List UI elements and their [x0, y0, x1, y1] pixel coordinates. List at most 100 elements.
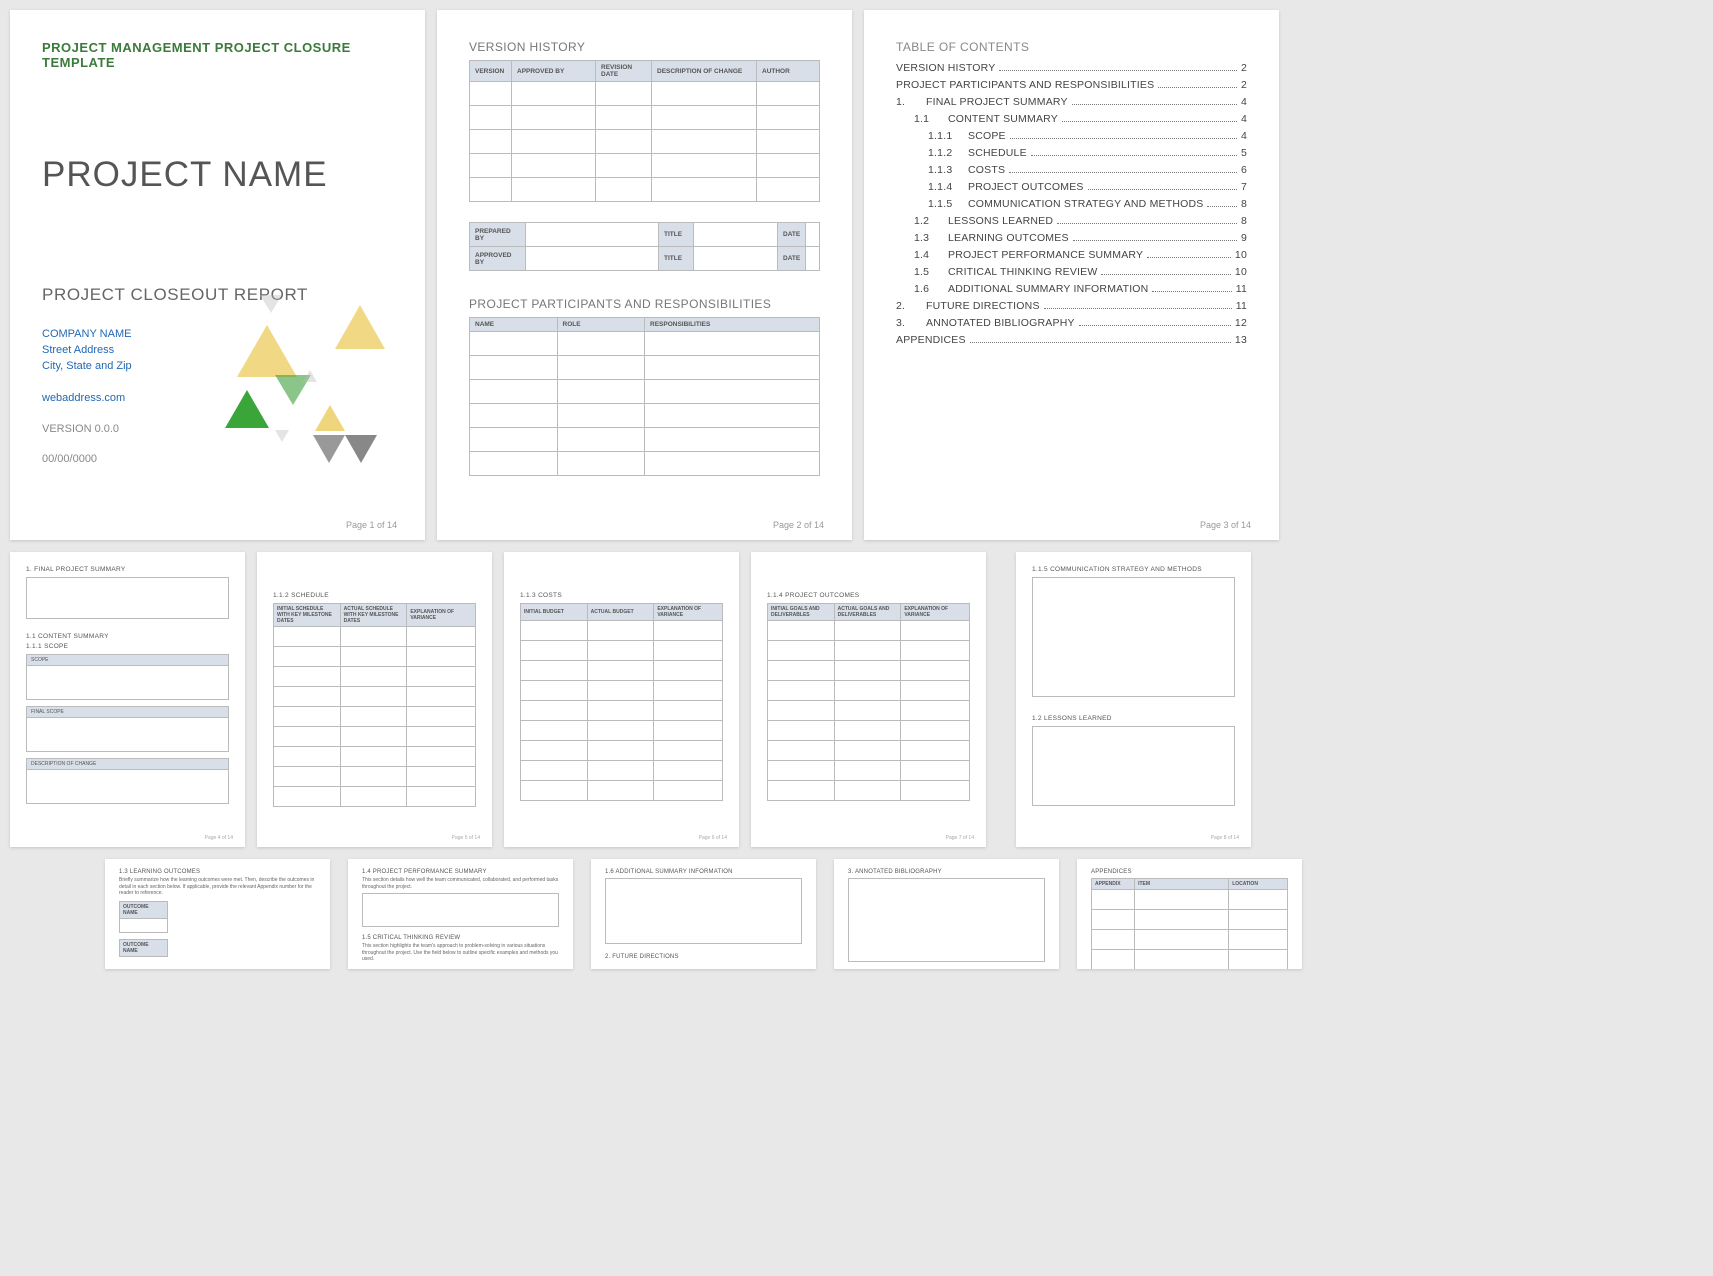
- section-heading: 1.1.5 COMMUNICATION STRATEGY AND METHODS: [1032, 566, 1235, 573]
- triangle-icon: [313, 435, 345, 463]
- toc-list: VERSION HISTORY2PROJECT PARTICIPANTS AND…: [896, 62, 1247, 346]
- toc-number: 1.1.1: [928, 130, 958, 142]
- toc-label: SCOPE: [968, 130, 1006, 142]
- toc-dots: [1009, 172, 1237, 173]
- page-number: Page 7 of 14: [946, 835, 974, 841]
- toc-item: 1.5CRITICAL THINKING REVIEW10: [896, 266, 1247, 278]
- col-actual-goals: ACTUAL GOALS AND DELIVERABLES: [834, 604, 901, 621]
- page-13: APPENDICES APPENDIX ITEM LOCATION: [1077, 859, 1302, 969]
- col-item: ITEM: [1135, 879, 1229, 890]
- col-appendix: APPENDIX: [1092, 879, 1135, 890]
- toc-dots: [1158, 87, 1237, 88]
- page-7: 1.1.4 PROJECT OUTCOMES INITIAL GOALS AND…: [751, 552, 986, 847]
- toc-page: 4: [1241, 96, 1247, 108]
- biblio-box: [848, 878, 1045, 962]
- toc-page: 13: [1235, 334, 1247, 346]
- toc-dots: [1062, 121, 1237, 122]
- performance-box: [362, 893, 559, 927]
- signoff-table: PREPARED BY TITLE DATE APPROVED BY TITLE…: [469, 222, 820, 271]
- toc-number: 1.1.5: [928, 198, 958, 210]
- page-number: Page 3 of 14: [1200, 520, 1251, 530]
- toc-number: 3.: [896, 317, 916, 329]
- triangle-icon: [237, 325, 297, 377]
- toc-number: 1.2: [914, 215, 938, 227]
- toc-page: 11: [1236, 283, 1247, 295]
- toc-item: 1.1.5COMMUNICATION STRATEGY AND METHODS8: [896, 198, 1247, 210]
- template-header: PROJECT MANAGEMENT PROJECT CLOSURE TEMPL…: [42, 40, 393, 70]
- col-actual-budget: ACTUAL BUDGET: [587, 604, 654, 621]
- toc-dots: [1088, 189, 1237, 190]
- toc-page: 5: [1241, 147, 1247, 159]
- toc-number: 1.1.3: [928, 164, 958, 176]
- section-heading: 1.6 ADDITIONAL SUMMARY INFORMATION: [605, 869, 802, 875]
- toc-dots: [1010, 138, 1237, 139]
- section-heading: 1.1.4 PROJECT OUTCOMES: [767, 592, 970, 599]
- toc-item: 2.FUTURE DIRECTIONS11: [896, 300, 1247, 312]
- page-number: Page 6 of 14: [699, 835, 727, 841]
- project-title: PROJECT NAME: [42, 155, 393, 195]
- toc-number: 2.: [896, 300, 916, 312]
- col-role: ROLE: [557, 318, 645, 332]
- toc-dots: [970, 342, 1231, 343]
- col-outcome-name: OUTCOME NAME: [120, 901, 168, 918]
- toc-label: CRITICAL THINKING REVIEW: [948, 266, 1097, 278]
- schedule-table: INITIAL SCHEDULE with Key Milestone Date…: [273, 603, 476, 807]
- toc-item: 1.4PROJECT PERFORMANCE SUMMARY10: [896, 249, 1247, 261]
- prepared-by-label: PREPARED BY: [470, 223, 526, 247]
- col-author: AUTHOR: [757, 61, 820, 82]
- toc-number: 1.4: [914, 249, 938, 261]
- col-desc-change: DESCRIPTION OF CHANGE: [652, 61, 757, 82]
- section-text: This section highlights the team's appro…: [362, 943, 559, 963]
- toc-item: 1.1CONTENT SUMMARY4: [896, 113, 1247, 125]
- col-responsibilities: RESPONSIBILITIES: [645, 318, 820, 332]
- outcome-name-table-2: OUTCOME NAME: [119, 939, 168, 957]
- toc-dots: [1152, 291, 1231, 292]
- page-5: 1.1.2 SCHEDULE INITIAL SCHEDULE with Key…: [257, 552, 492, 847]
- section-heading: 1.3 LEARNING OUTCOMES: [119, 869, 316, 875]
- outcomes-table: INITIAL GOALS AND DELIVERABLES ACTUAL GO…: [767, 603, 970, 801]
- toc-label: PROJECT PARTICIPANTS AND RESPONSIBILITIE…: [896, 79, 1154, 91]
- triangle-icon: [335, 305, 385, 349]
- toc-page: 12: [1235, 317, 1247, 329]
- page-number: Page 1 of 14: [346, 520, 397, 530]
- col-approved-by: APPROVED BY: [512, 61, 596, 82]
- page-10: 1.4 PROJECT PERFORMANCE SUMMARY This sec…: [348, 859, 573, 969]
- triangle-icon: [225, 390, 269, 428]
- toc-item: 3. ANNOTATED BIBLIOGRAPHY 12: [896, 317, 1247, 329]
- toc-label: APPENDICES: [896, 334, 966, 346]
- toc-item: 1.1.3COSTS6: [896, 164, 1247, 176]
- toc-item: 1.1.2 SCHEDULE 5: [896, 147, 1247, 159]
- toc-heading: TABLE OF CONTENTS: [896, 40, 1247, 54]
- col-initial-schedule: INITIAL SCHEDULE with Key Milestone Date…: [274, 604, 341, 627]
- toc-label: ANNOTATED BIBLIOGRAPHY: [926, 317, 1075, 329]
- toc-page: 2: [1241, 79, 1247, 91]
- appendices-table: APPENDIX ITEM LOCATION: [1091, 878, 1288, 969]
- col-variance: EXPLANATION OF VARIANCE: [654, 604, 723, 621]
- toc-item: PROJECT PARTICIPANTS AND RESPONSIBILITIE…: [896, 79, 1247, 91]
- toc-number: 1.6: [914, 283, 938, 295]
- toc-page: 7: [1241, 181, 1247, 193]
- col-outcome-name: OUTCOME NAME: [120, 939, 168, 956]
- toc-item: 1.6ADDITIONAL SUMMARY INFORMATION11: [896, 283, 1247, 295]
- toc-label: SCHEDULE: [968, 147, 1027, 159]
- section-heading: 1.4 PROJECT PERFORMANCE SUMMARY: [362, 869, 559, 875]
- date-label: DATE: [778, 247, 806, 271]
- col-variance: EXPLANATION OF VARIANCE: [407, 604, 476, 627]
- toc-label: LEARNING OUTCOMES: [948, 232, 1069, 244]
- col-initial-goals: INITIAL GOALS AND DELIVERABLES: [768, 604, 835, 621]
- toc-number: 1.1.2: [928, 147, 958, 159]
- toc-page: 4: [1241, 113, 1247, 125]
- toc-page: 6: [1241, 164, 1247, 176]
- toc-dots: [1147, 257, 1231, 258]
- toc-page: 8: [1241, 198, 1247, 210]
- toc-label: LESSONS LEARNED: [948, 215, 1053, 227]
- toc-dots: [1044, 308, 1232, 309]
- section-text: This section details how well the team c…: [362, 877, 559, 890]
- col-name: NAME: [470, 318, 558, 332]
- desc-change-header: DESCRIPTION OF CHANGE: [26, 758, 229, 770]
- page-number: Page 2 of 14: [773, 520, 824, 530]
- toc-page: 9: [1241, 232, 1247, 244]
- col-version: VERSION: [470, 61, 512, 82]
- toc-dots: [1207, 206, 1236, 207]
- toc-label: PROJECT OUTCOMES: [968, 181, 1084, 193]
